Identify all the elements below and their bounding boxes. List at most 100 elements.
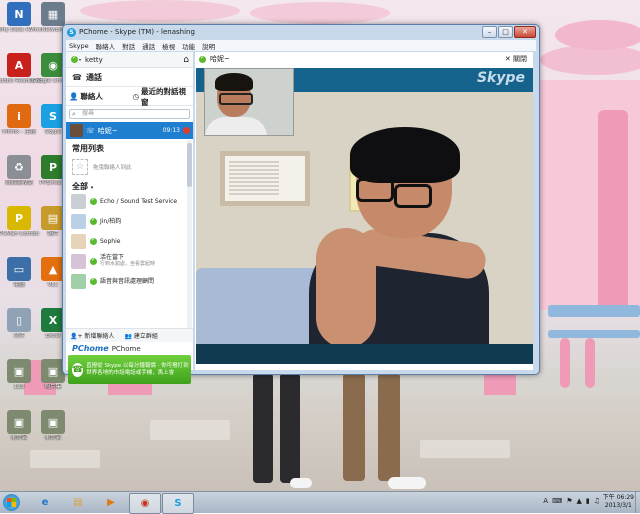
maximize-button[interactable]: □ [498,26,513,38]
skype-credit-ad[interactable]: ☎ 直撥從 Skype 以每分鐘報價 · 你可撥打到世界各地的市話電話或手機，馬… [68,355,191,384]
online-status-icon [199,54,206,63]
add-contact-button[interactable]: 👤+ 新增聯絡人 [70,331,114,340]
network-icon[interactable]: ▮ [586,497,590,505]
media-player-icon[interactable]: ▶ [96,493,126,512]
chrome-taskbar-icon[interactable]: ◉ [129,493,161,514]
tab-recent[interactable]: ◷ 最近的對話視窗 [130,87,194,107]
search-input[interactable]: ⌕ 搜尋 [69,109,190,119]
internet-explorer-icon[interactable]: e [30,493,60,512]
windows-logo-icon [7,498,16,507]
show-hidden-icons-icon[interactable]: ▲ [576,497,581,505]
profile-name: ketty [85,55,103,64]
menu-skype[interactable]: Skype [69,42,89,50]
video-person-glasses [356,178,394,202]
video-person-glasses [394,184,432,208]
call-time: 09:13 [162,127,180,134]
input-method-icon[interactable]: A [543,497,548,505]
menu-contacts[interactable]: 聯絡人 [96,41,116,51]
file-glyph-icon: ▯ [7,308,31,332]
photo-file-icon-4[interactable]: ▣ 未命名 [30,410,76,441]
search-placeholder: 搜尋 [82,110,95,117]
clock-time: 下午 06:29 [602,494,634,501]
call-label: 通話 [85,73,102,82]
contacts-tabs: 👤 聯絡人 ◷ 最近的對話視窗 [66,87,194,107]
video-bed [196,268,326,348]
clock-icon: ◷ [132,92,140,101]
menu-view[interactable]: 檢視 [162,41,175,51]
phone-icon: ☏ [86,126,95,135]
title-bar[interactable]: S PChome - Skype (TM) - lenashing – □ ✕ [63,25,539,40]
contact-list-item[interactable]: Echo / Sound Test Service [66,192,188,210]
end-call-icon[interactable] [183,127,190,134]
status-dropdown-icon[interactable]: ▾ [79,57,81,62]
online-status-icon [90,216,97,225]
call-phones-button[interactable]: ☎ 通話 [66,69,193,87]
skype-window: S PChome - Skype (TM) - lenashing – □ ✕ … [62,24,540,384]
menu-tools[interactable]: 功能 [182,41,195,51]
video-person-hair [350,127,460,183]
show-desktop-button[interactable] [635,492,640,513]
menu-bar: Skype 聯絡人 對話 通話 檢視 功能 說明 [66,40,536,51]
recycle-bin-glyph-icon: ♻ [7,155,31,179]
wallpaper-floor-tile [30,450,100,468]
contact-list-item[interactable]: Jin/柏鈞 [66,212,188,230]
active-conversation-item[interactable]: ☏ 哈妮~ 09:13 [66,122,193,139]
favorites-hint: 拖曳聯絡人到此 [93,165,132,171]
avatar [71,193,86,209]
contacts-scrollbar[interactable] [187,140,192,340]
phone-icon: ☎ [72,362,84,377]
search-row: ⌕ 搜尋 [66,107,193,121]
clock-date: 2013/3/1 [604,502,632,509]
active-contact-name: 哈妮~ [97,126,118,135]
pcman-glyph-icon: P [7,206,31,230]
adobe-reader-glyph-icon: A [7,53,31,77]
profile-bar[interactable]: ▾ ketty ⌂ [66,52,193,68]
wallpaper-post [560,338,570,388]
wallpaper-person-shoe [388,477,426,489]
self-view-video[interactable] [204,68,294,136]
group-icon: 👥 [124,333,132,340]
tab-contacts[interactable]: 👤 聯絡人 [66,88,130,105]
home-icon[interactable]: ⌂ [183,55,189,65]
contact-name-text: Jin/柏鈞 [100,217,122,225]
favorites-dropzone[interactable]: ☆ 拖曳聯絡人到此 [66,158,193,176]
menu-call[interactable]: 通話 [142,41,155,51]
close-button[interactable]: ✕ [514,26,536,38]
menu-help[interactable]: 說明 [202,41,215,51]
wallpaper-person-leg [253,373,273,483]
photo-file-icon-3-glyph-icon: ▣ [7,410,31,434]
contact-list-item[interactable]: Sophie [66,232,188,250]
close-call-button[interactable]: ✕ 關閉 [505,54,527,64]
favorites-title: 常用列表 [72,144,104,153]
action-center-flag-icon[interactable]: ⚑ [566,497,572,505]
contact-name: Jin/柏鈞 [100,218,121,225]
file-explorer-icon[interactable]: ▤ [63,493,93,512]
create-group-button[interactable]: 👥 建立群組 [124,331,157,340]
menu-conversation[interactable]: 對話 [122,41,135,51]
volume-icon[interactable]: ♫ [594,497,600,505]
contacts-icon: 👤 [69,92,79,101]
ad-text: 直撥從 Skype 以每分鐘報價 · 你可撥打到世界各地的市話電話或手機，馬上會 [86,362,189,376]
online-status-icon [90,196,97,205]
infinix-glyph-icon: i [7,104,31,128]
minimize-button[interactable]: – [482,26,497,38]
keyboard-icon[interactable]: ⌨ [552,497,562,505]
contact-list-item[interactable]: 活在當下行到水窮處，坐看雲起時 [66,252,188,270]
chevron-down-icon[interactable]: ▾ [91,185,94,191]
call-pane: 哈妮~ ✕ 關閉 Skype [195,52,533,370]
wallpaper-person-leg [280,373,300,483]
desktop-icon-label: 照片集 [44,384,62,390]
contact-list-item[interactable]: 語音與音訊處理顧問 [66,272,188,290]
skype-taskbar-icon[interactable]: S [162,493,194,514]
pchome-brand: PChome PChome [66,343,193,354]
online-status-icon [90,256,97,265]
clock[interactable]: 下午 06:29 2013/3/1 [603,494,634,510]
scroll-thumb[interactable] [187,143,192,187]
add-contact-label: 新增聯絡人 [84,333,115,340]
computer-glyph-icon: ▭ [7,257,31,281]
contact-name: Echo / Sound Test Service [100,198,177,205]
wallpaper-rail [548,330,640,338]
close-icon: ✕ [504,55,513,63]
contact-name: Sophie [100,238,120,245]
start-button[interactable] [3,494,20,511]
